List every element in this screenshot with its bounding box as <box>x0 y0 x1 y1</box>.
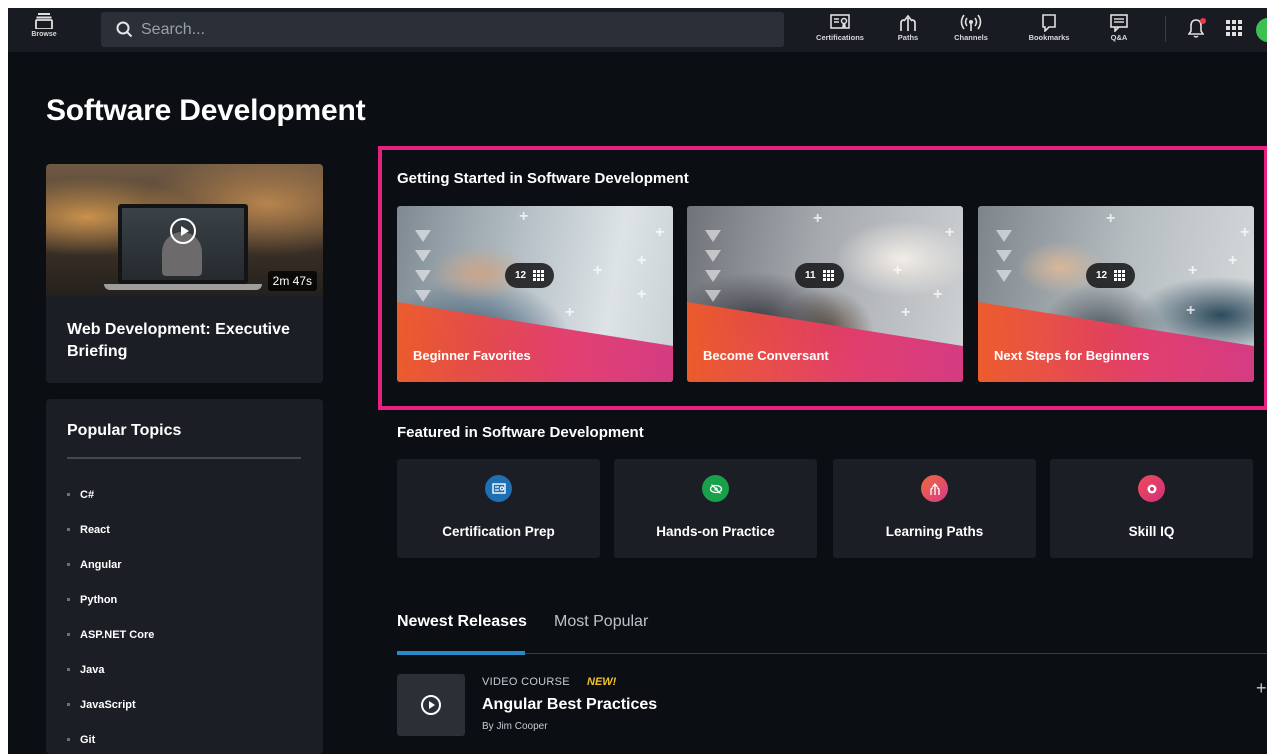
search-icon <box>116 21 133 38</box>
featured-label: Skill IQ <box>1128 524 1175 539</box>
topic-link[interactable]: React <box>67 512 154 547</box>
page-title: Software Development <box>46 94 366 127</box>
browse-icon <box>35 13 53 29</box>
user-avatar[interactable] <box>1256 18 1267 42</box>
course-list-item[interactable]: VIDEO COURSE NEW! Angular Best Practices… <box>397 674 1267 738</box>
path-card-beginner-favorites[interactable]: + + + + + + 12 Beginner Favorites <box>397 206 673 382</box>
video-title[interactable]: Web Development: Executive Briefing <box>67 319 307 363</box>
play-icon[interactable] <box>170 218 196 244</box>
topic-link[interactable]: C# <box>67 477 154 512</box>
path-card-become-conversant[interactable]: + + + + + 11 Become Conversant <box>687 206 963 382</box>
video-duration: 2m 47s <box>267 271 317 291</box>
qa-icon <box>1110 14 1128 32</box>
grid-icon <box>1114 270 1126 281</box>
search-bar[interactable] <box>101 12 784 47</box>
topics-list: C# React Angular Python ASP.NET Core Jav… <box>67 477 154 754</box>
tab-most-popular[interactable]: Most Popular <box>554 613 648 631</box>
course-type: VIDEO COURSE <box>482 676 570 688</box>
featured-label: Hands-on Practice <box>656 524 775 539</box>
grid-icon <box>822 270 834 281</box>
featured-label: Learning Paths <box>885 524 984 539</box>
path-card-label: Become Conversant <box>703 348 829 363</box>
popular-topics-panel: Popular Topics C# React Angular Python A… <box>46 399 323 754</box>
apps-grid-button[interactable] <box>1226 20 1242 41</box>
course-title[interactable]: Angular Best Practices <box>482 696 657 714</box>
bookmark-icon <box>1042 14 1056 32</box>
play-icon[interactable] <box>421 695 441 715</box>
skill-iq-icon <box>1138 475 1165 502</box>
getting-started-title: Getting Started in Software Development <box>397 170 689 187</box>
certification-prep-icon <box>485 475 512 502</box>
topic-link[interactable]: Java <box>67 652 154 687</box>
search-input[interactable] <box>141 20 741 39</box>
browse-label: Browse <box>31 31 57 38</box>
browse-button[interactable]: Browse <box>22 13 66 38</box>
path-card-next-steps[interactable]: + + + + + 12 Next Steps for Beginners <box>978 206 1254 382</box>
featured-skill-iq[interactable]: Skill IQ <box>1050 459 1253 558</box>
apps-grid-icon <box>1226 20 1242 36</box>
nav-paths[interactable]: Paths <box>874 14 942 42</box>
course-author: By Jim Cooper <box>482 721 548 732</box>
topics-divider <box>67 457 301 459</box>
laptop-image <box>118 204 248 284</box>
topic-link[interactable]: Python <box>67 582 154 617</box>
path-card-label: Next Steps for Beginners <box>994 348 1150 363</box>
certification-icon <box>830 14 850 29</box>
course-count-badge: 11 <box>795 263 844 288</box>
nav-channels-label: Channels <box>954 33 988 42</box>
active-tab-indicator <box>397 651 525 655</box>
course-count-badge: 12 <box>1086 263 1136 288</box>
course-thumbnail <box>397 674 465 736</box>
topic-link[interactable]: ASP.NET Core <box>67 617 154 652</box>
hands-on-practice-icon <box>702 475 729 502</box>
paths-icon <box>900 14 916 31</box>
tab-newest-releases[interactable]: Newest Releases <box>397 613 527 631</box>
tab-divider <box>397 653 1267 654</box>
path-card-label: Beginner Favorites <box>413 348 531 363</box>
notification-dot <box>1200 18 1206 24</box>
topic-link[interactable]: JavaScript <box>67 687 154 722</box>
learning-paths-icon <box>921 475 948 502</box>
nav-divider <box>1165 16 1166 42</box>
new-badge: NEW! <box>587 676 617 688</box>
notifications-button[interactable] <box>1187 18 1206 40</box>
featured-video-card[interactable]: 2m 47s Web Development: Executive Briefi… <box>46 164 323 383</box>
nav-qa-label: Q&A <box>1110 33 1128 42</box>
course-count-badge: 12 <box>505 263 555 288</box>
featured-learning-paths[interactable]: Learning Paths <box>833 459 1036 558</box>
featured-certification-prep[interactable]: Certification Prep <box>397 459 600 558</box>
video-thumbnail: 2m 47s <box>46 164 323 296</box>
nav-certifications[interactable]: Certifications <box>806 14 874 42</box>
grid-icon <box>533 270 545 281</box>
nav-bookmarks-label: Bookmarks <box>1028 33 1070 42</box>
nav-bookmarks[interactable]: Bookmarks <box>1015 14 1083 42</box>
nav-certifications-label: Certifications <box>816 33 864 42</box>
popular-topics-title: Popular Topics <box>67 422 182 439</box>
top-navigation-bar: Browse Certifications <box>8 8 1267 52</box>
add-icon[interactable]: + <box>1256 678 1267 699</box>
topic-link[interactable]: Git <box>67 722 154 754</box>
nav-paths-label: Paths <box>897 33 919 42</box>
nav-qa[interactable]: Q&A <box>1085 14 1153 42</box>
page: Browse Certifications <box>8 8 1267 754</box>
nav-channels[interactable]: Channels <box>937 14 1005 42</box>
channels-icon <box>960 14 982 31</box>
topic-link[interactable]: Angular <box>67 547 154 582</box>
featured-hands-on-practice[interactable]: Hands-on Practice <box>614 459 817 558</box>
featured-title: Featured in Software Development <box>397 424 644 441</box>
featured-label: Certification Prep <box>442 524 555 539</box>
